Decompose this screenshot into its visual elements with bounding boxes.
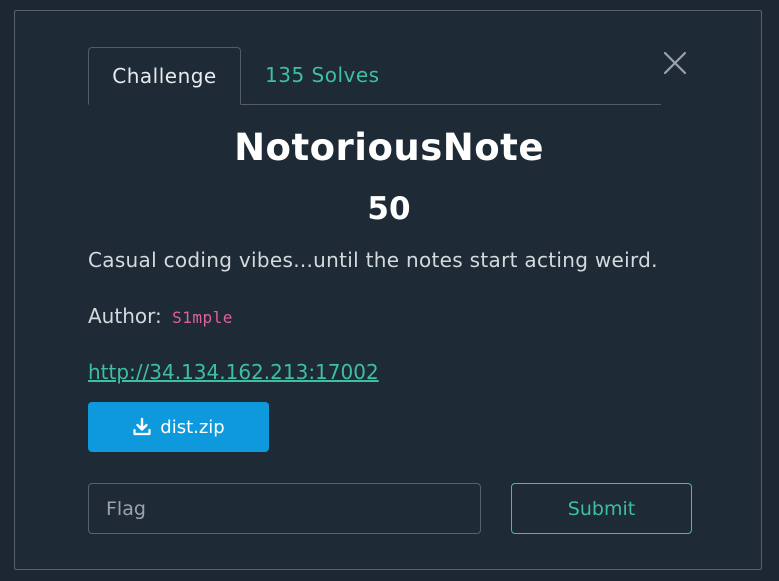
download-icon [133,417,151,436]
close-button[interactable] [662,50,688,76]
close-icon [663,51,687,75]
author-label: Author: [88,304,162,328]
flag-input[interactable] [88,483,481,534]
challenge-description: Casual coding vibes...until the notes st… [88,248,658,272]
challenge-url-link[interactable]: http://34.134.162.213:17002 [88,360,379,384]
tab-challenge[interactable]: Challenge [88,47,241,105]
download-button[interactable]: dist.zip [88,402,269,452]
challenge-title: NotoriousNote [234,126,544,169]
tab-solves[interactable]: 135 Solves [265,47,380,104]
author-name: S1mple [172,308,233,327]
challenge-modal: Challenge 135 Solves NotoriousNote 50 Ca… [14,10,762,570]
challenge-author: Author: S1mple [88,304,233,328]
modal-tabs: Challenge 135 Solves [88,47,661,105]
download-label: dist.zip [160,416,225,438]
challenge-points: 50 [367,191,411,227]
submit-button[interactable]: Submit [511,483,692,534]
